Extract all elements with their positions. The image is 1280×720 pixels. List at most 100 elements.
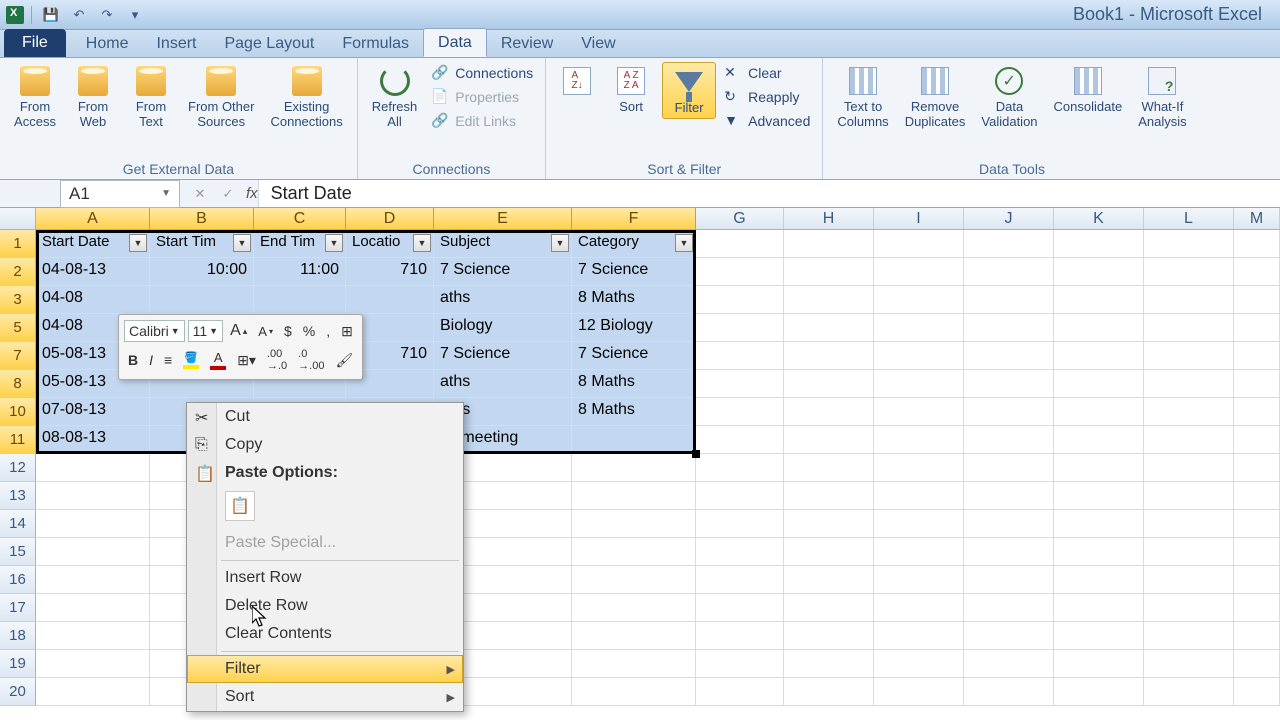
cell-K8[interactable] [1054, 370, 1144, 398]
cancel-formula-button[interactable]: ✕ [190, 184, 210, 204]
cell-I15[interactable] [874, 538, 964, 566]
cell-L11[interactable] [1144, 426, 1234, 454]
cm-delete-row[interactable]: Delete Row [187, 592, 463, 620]
cell-H5[interactable] [784, 314, 874, 342]
cell-I19[interactable] [874, 650, 964, 678]
col-header-F[interactable]: F [572, 208, 696, 229]
select-all-corner[interactable] [0, 208, 36, 229]
refresh-all-button[interactable]: RefreshAll [366, 62, 424, 132]
cm-paste-special[interactable]: Paste Special... [187, 529, 463, 557]
filter-dropdown-icon[interactable]: ▼ [551, 234, 569, 252]
cell-F10[interactable]: 8 Maths [572, 398, 696, 426]
row-header-3[interactable]: 3 [0, 286, 36, 314]
cell-H13[interactable] [784, 482, 874, 510]
cell-H3[interactable] [784, 286, 874, 314]
cell-M16[interactable] [1234, 566, 1280, 594]
cell-F15[interactable] [572, 538, 696, 566]
mini-shrink-font-button[interactable]: A▾ [254, 322, 277, 341]
cell-A14[interactable] [36, 510, 150, 538]
cell-K18[interactable] [1054, 622, 1144, 650]
from-other-sources-button[interactable]: From OtherSources [182, 62, 260, 132]
what-if-button[interactable]: What-IfAnalysis [1132, 62, 1192, 132]
cell-F18[interactable] [572, 622, 696, 650]
col-header-I[interactable]: I [874, 208, 964, 229]
consolidate-button[interactable]: Consolidate [1048, 62, 1129, 117]
cell-G5[interactable] [696, 314, 784, 342]
cell-C3[interactable] [254, 286, 346, 314]
cell-J13[interactable] [964, 482, 1054, 510]
qat-customize-icon[interactable]: ▾ [123, 4, 147, 26]
cell-M14[interactable] [1234, 510, 1280, 538]
sort-button[interactable]: A ZZ ASort [604, 62, 658, 117]
row-header-12[interactable]: 12 [0, 454, 36, 482]
cell-J17[interactable] [964, 594, 1054, 622]
cell-L19[interactable] [1144, 650, 1234, 678]
fill-handle[interactable] [692, 450, 700, 458]
cell-F19[interactable] [572, 650, 696, 678]
filter-dropdown-icon[interactable]: ▼ [129, 234, 147, 252]
cell-M19[interactable] [1234, 650, 1280, 678]
cell-K20[interactable] [1054, 678, 1144, 706]
row-header-1[interactable]: 1 [0, 230, 36, 258]
cell-M12[interactable] [1234, 454, 1280, 482]
cell-J12[interactable] [964, 454, 1054, 482]
cell-I17[interactable] [874, 594, 964, 622]
col-header-H[interactable]: H [784, 208, 874, 229]
cell-G3[interactable] [696, 286, 784, 314]
mini-italic-button[interactable]: I [145, 350, 157, 370]
cell-J15[interactable] [964, 538, 1054, 566]
cell-A10[interactable]: 07-08-13 [36, 398, 150, 426]
cell-K2[interactable] [1054, 258, 1144, 286]
cell-K5[interactable] [1054, 314, 1144, 342]
cell-H2[interactable] [784, 258, 874, 286]
fx-icon[interactable]: fx [246, 185, 258, 202]
row-header-16[interactable]: 16 [0, 566, 36, 594]
cell-H11[interactable] [784, 426, 874, 454]
cell-F12[interactable] [572, 454, 696, 482]
cell-M1[interactable] [1234, 230, 1280, 258]
row-header-2[interactable]: 2 [0, 258, 36, 286]
cell-F20[interactable] [572, 678, 696, 706]
col-header-K[interactable]: K [1054, 208, 1144, 229]
cell-A17[interactable] [36, 594, 150, 622]
cell-K13[interactable] [1054, 482, 1144, 510]
cell-F17[interactable] [572, 594, 696, 622]
cell-K12[interactable] [1054, 454, 1144, 482]
mini-size-select[interactable]: 11 ▼ [188, 320, 223, 342]
cell-A2[interactable]: 04-08-13 [36, 258, 150, 286]
mini-grow-font-button[interactable]: A▴ [226, 320, 251, 342]
cell-J5[interactable] [964, 314, 1054, 342]
cell-H18[interactable] [784, 622, 874, 650]
cell-H19[interactable] [784, 650, 874, 678]
properties-button[interactable]: 📄Properties [427, 86, 537, 108]
col-header-B[interactable]: B [150, 208, 254, 229]
cm-sort[interactable]: Sort▶ [187, 683, 463, 711]
cell-G2[interactable] [696, 258, 784, 286]
cell-K15[interactable] [1054, 538, 1144, 566]
chevron-down-icon[interactable]: ▼ [161, 188, 171, 199]
cell-J19[interactable] [964, 650, 1054, 678]
mini-bold-button[interactable]: B [124, 350, 142, 370]
mini-format-button[interactable]: ⊞ [337, 321, 357, 342]
cell-A20[interactable] [36, 678, 150, 706]
cell-H16[interactable] [784, 566, 874, 594]
col-header-E[interactable]: E [434, 208, 572, 229]
cell-G18[interactable] [696, 622, 784, 650]
cm-cut[interactable]: ✂Cut [187, 403, 463, 431]
filter-dropdown-icon[interactable]: ▼ [413, 234, 431, 252]
mini-fill-color-button[interactable]: 🪣 [179, 349, 203, 371]
cell-M18[interactable] [1234, 622, 1280, 650]
cell-J20[interactable] [964, 678, 1054, 706]
tab-formulas[interactable]: Formulas [328, 30, 423, 57]
cell-E7[interactable]: 7 Science [434, 342, 572, 370]
cell-J2[interactable] [964, 258, 1054, 286]
cell-G8[interactable] [696, 370, 784, 398]
cell-I3[interactable] [874, 286, 964, 314]
cell-D2[interactable]: 710 [346, 258, 434, 286]
cell-G15[interactable] [696, 538, 784, 566]
cell-J10[interactable] [964, 398, 1054, 426]
name-box[interactable]: A1▼ [60, 180, 180, 208]
col-header-J[interactable]: J [964, 208, 1054, 229]
cell-M2[interactable] [1234, 258, 1280, 286]
cell-G10[interactable] [696, 398, 784, 426]
